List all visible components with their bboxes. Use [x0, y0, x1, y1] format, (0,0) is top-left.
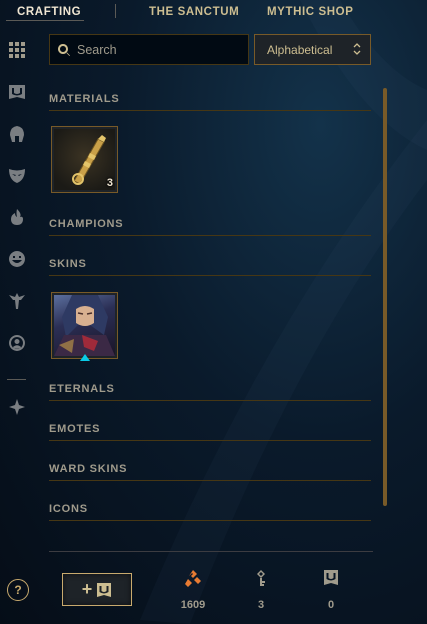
skin-shard-marker-icon	[80, 354, 90, 361]
orange-essence-icon	[185, 570, 201, 587]
sort-selected-value: Alphabetical	[267, 42, 333, 57]
category-sidebar	[0, 36, 34, 624]
plus-icon: +	[81, 579, 93, 599]
skin-portrait	[54, 295, 115, 356]
chest-icon[interactable]	[6, 81, 28, 103]
footer-divider	[49, 551, 373, 552]
sort-caret-icon	[353, 42, 361, 56]
section-skins: SKINS	[49, 258, 371, 276]
all-grid-icon[interactable]	[6, 39, 28, 61]
section-icons: ICONS	[49, 503, 371, 521]
chest-icon	[97, 582, 112, 597]
flame-icon[interactable]	[6, 206, 28, 228]
ward-icon[interactable]	[6, 290, 28, 312]
key-icon	[257, 570, 265, 586]
profile-icon[interactable]	[6, 332, 28, 354]
section-ward-skins: WARD SKINS	[49, 463, 371, 481]
currency-chests: 0	[313, 569, 349, 611]
currency-orange-essence: 1609	[175, 569, 211, 611]
tab-the-sanctum[interactable]: THE SANCTUM	[149, 6, 239, 18]
sort-dropdown[interactable]: Alphabetical	[254, 34, 371, 65]
tft-icon[interactable]	[6, 396, 28, 418]
section-emotes: EMOTES	[49, 423, 371, 441]
section-materials: MATERIALS	[49, 93, 371, 111]
chest-icon	[324, 570, 338, 585]
emote-icon[interactable]	[6, 248, 28, 270]
section-champions: CHAMPIONS	[49, 218, 371, 236]
mask-icon[interactable]	[6, 164, 28, 186]
sidebar-divider	[7, 379, 26, 380]
tab-crafting[interactable]: CRAFTING	[17, 6, 81, 18]
tab-mythic-shop[interactable]: MYTHIC SHOP	[267, 6, 353, 18]
tab-divider	[115, 4, 116, 18]
search-box	[49, 34, 249, 65]
search-icon	[58, 43, 70, 56]
orange-essence-count: 1609	[180, 599, 206, 611]
item-count: 3	[106, 177, 113, 189]
section-eternals: ETERNALS	[49, 383, 371, 401]
active-tab-underline	[6, 20, 84, 21]
key-count: 3	[257, 599, 265, 611]
hextech-key-icon	[72, 135, 106, 185]
loot-item-skin-shard[interactable]	[51, 292, 118, 359]
top-tabs: CRAFTING THE SANCTUM MYTHIC SHOP	[0, 0, 427, 30]
search-input[interactable]	[77, 42, 247, 57]
scrollbar-thumb[interactable]	[383, 88, 387, 506]
loot-item-key[interactable]: 3	[51, 126, 118, 193]
currency-keys: 3	[243, 569, 279, 611]
chest-count: 0	[327, 599, 335, 611]
help-button[interactable]: ?	[7, 579, 29, 601]
add-chest-button[interactable]: +	[62, 573, 132, 606]
helmet-icon[interactable]	[6, 123, 28, 145]
